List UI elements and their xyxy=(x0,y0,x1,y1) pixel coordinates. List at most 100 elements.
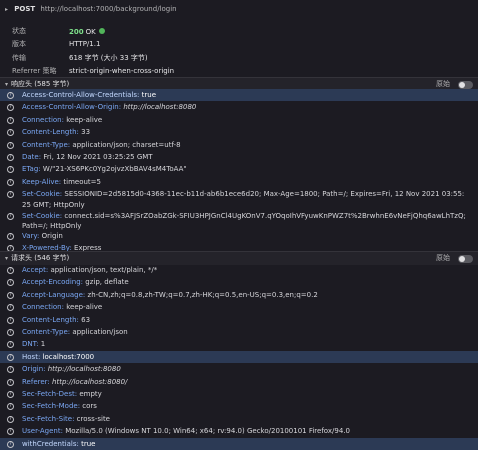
header-value: keep-alive xyxy=(66,115,103,124)
question-circle-icon[interactable]: ? xyxy=(7,116,14,124)
header-row[interactable]: ? Set-Cookie: SESSIONID=2d5815d0-4368-11e… xyxy=(0,188,478,210)
header-row[interactable]: ? Sec-Fetch-Dest: empty xyxy=(0,388,478,400)
request-headers-section-header[interactable]: ▾ 请求头 (546 字节) 原始 xyxy=(0,251,478,265)
header-value: zh-CN,zh;q=0.8,zh-TW;q=0.7,zh-HK;q=0.5,e… xyxy=(87,290,318,299)
header-content: Accept: application/json, text/plain, */… xyxy=(22,265,167,275)
question-circle-icon[interactable]: ? xyxy=(7,304,14,312)
summary-label: 版本 xyxy=(12,40,26,49)
header-row[interactable]: ? Connection: keep-alive xyxy=(0,301,478,313)
header-value: cross-site xyxy=(76,414,110,423)
raw-label: 原始 xyxy=(436,80,450,88)
header-content: Host: localhost:7000 xyxy=(22,352,104,362)
header-row[interactable]: ? Content-Length: 63 xyxy=(0,314,478,326)
header-row[interactable]: ? withCredentials: true xyxy=(0,437,478,450)
header-content: Content-Type: application/json; charset=… xyxy=(22,140,191,150)
header-row[interactable]: ? ETag: W/"21-XS6PKc0Yg2ojvzXbBAV4sM4ToAA… xyxy=(0,163,478,175)
header-row[interactable]: ? User-Agent: Mozilla/5.0 (Windows NT 10.… xyxy=(0,425,478,437)
header-value: Mozilla/5.0 (Windows NT 10.0; Win64; x64… xyxy=(65,427,350,436)
header-name: Sec-Fetch-Mode: xyxy=(22,402,81,411)
header-value: 1 xyxy=(40,340,46,349)
question-circle-icon[interactable]: ? xyxy=(7,353,14,361)
header-row[interactable]: ? Vary: Origin xyxy=(0,230,478,242)
collapse-triangle-icon[interactable]: ▾ xyxy=(5,81,8,88)
question-circle-icon[interactable]: ? xyxy=(7,154,14,161)
header-name: Content-Length: xyxy=(22,315,79,324)
header-row[interactable]: ? Date: Fri, 12 Nov 2021 03:25:25 GMT xyxy=(0,151,478,163)
summary-row-transfer: 传输 618 字节 (大小 33 字节) xyxy=(12,52,174,65)
raw-toggle-switch-icon[interactable] xyxy=(458,80,473,89)
question-circle-icon[interactable]: ? xyxy=(7,129,14,137)
question-circle-icon[interactable]: ? xyxy=(7,233,14,240)
question-circle-icon[interactable]: ? xyxy=(7,213,14,220)
question-circle-icon[interactable]: ? xyxy=(7,279,14,287)
header-name: Content-Type: xyxy=(22,140,71,149)
header-row[interactable]: ? Content-Length: 33 xyxy=(0,126,478,138)
question-circle-icon[interactable]: ? xyxy=(7,366,14,374)
header-row[interactable]: ? Access-Control-Allow-Origin: http://loc… xyxy=(0,101,478,113)
header-row[interactable]: ? X-Powered-By: Express xyxy=(0,242,478,252)
header-value: gzip, deflate xyxy=(85,278,129,287)
question-circle-icon[interactable]: ? xyxy=(7,191,14,199)
header-row[interactable]: ? Accept-Encoding: gzip, deflate xyxy=(0,276,478,288)
header-name: Referer: xyxy=(22,377,50,386)
header-row[interactable]: ? Host: localhost:7000 xyxy=(0,350,478,364)
status-ok-dot-icon xyxy=(98,27,105,34)
header-row[interactable]: ? Accept-Language: zh-CN,zh;q=0.8,zh-TW;q… xyxy=(0,289,478,301)
question-circle-icon[interactable]: ? xyxy=(7,104,14,112)
header-value: 63 xyxy=(81,315,91,324)
question-circle-icon[interactable]: ? xyxy=(7,403,14,411)
header-value: Fri, 12 Nov 2021 03:25:25 GMT xyxy=(43,153,153,161)
question-circle-icon[interactable]: ? xyxy=(7,329,14,336)
collapse-triangle-icon[interactable]: ▾ xyxy=(5,255,8,262)
header-value: W/"21-XS6PKc0Yg2ojvzXbBAV4sM4ToAA" xyxy=(42,165,187,174)
header-name: Connection: xyxy=(22,115,64,124)
status-value: 200 OK xyxy=(69,27,105,36)
header-row[interactable]: ? Set-Cookie: connect.sid=s%3AFJSrZOabZGk… xyxy=(0,210,478,230)
question-circle-icon[interactable]: ? xyxy=(7,428,14,436)
question-circle-icon[interactable]: ? xyxy=(7,378,14,386)
question-circle-icon[interactable]: ? xyxy=(7,415,14,423)
header-row[interactable]: ? Sec-Fetch-Mode: cors xyxy=(0,400,478,412)
header-row[interactable]: ? Access-Control-Allow-Credentials: true xyxy=(0,89,478,102)
question-circle-icon[interactable]: ? xyxy=(7,178,14,186)
header-content: Connection: keep-alive xyxy=(22,302,112,312)
header-name: Host: xyxy=(22,352,41,361)
question-circle-icon[interactable]: ? xyxy=(7,141,14,149)
summary-label: Referrer 策略 xyxy=(12,67,57,76)
header-row[interactable]: ? Content-Type: application/json; charset… xyxy=(0,139,478,151)
question-circle-icon[interactable]: ? xyxy=(7,341,14,349)
raw-toggle-switch-icon[interactable] xyxy=(458,254,473,263)
header-value: true xyxy=(141,91,157,99)
header-row[interactable]: ? Origin: http://localhost:8080 xyxy=(0,363,478,375)
question-circle-icon[interactable]: ? xyxy=(7,391,14,398)
header-content: Content-Type: application/json xyxy=(22,327,138,337)
question-circle-icon[interactable]: ? xyxy=(7,166,14,174)
question-circle-icon[interactable]: ? xyxy=(7,92,14,99)
header-value: SESSIONID=2d5815d0-4368-11ec-b11d-ab6b1e… xyxy=(22,190,465,209)
header-row[interactable]: ? Sec-Fetch-Site: cross-site xyxy=(0,413,478,425)
header-name: Access-Control-Allow-Credentials: xyxy=(22,91,140,99)
request-url: http://localhost:7000/background/login xyxy=(40,5,177,13)
header-name: DNT: xyxy=(22,340,39,349)
toggle-knob xyxy=(459,81,465,88)
summary-value: 618 字节 (大小 33 字节) xyxy=(69,53,148,62)
header-row[interactable]: ? Connection: keep-alive xyxy=(0,114,478,126)
header-row[interactable]: ? Accept: application/json, text/plain, *… xyxy=(0,264,478,276)
question-circle-icon[interactable]: ? xyxy=(7,316,14,324)
header-content: User-Agent: Mozilla/5.0 (Windows NT 10.0… xyxy=(22,426,360,436)
question-circle-icon[interactable]: ? xyxy=(7,291,14,299)
header-row[interactable]: ? Content-Type: application/json xyxy=(0,326,478,338)
header-name: withCredentials: xyxy=(22,439,79,448)
question-circle-icon[interactable]: ? xyxy=(7,440,14,448)
question-circle-icon[interactable]: ? xyxy=(7,267,14,274)
header-name: Accept-Language: xyxy=(22,290,86,299)
header-name: Sec-Fetch-Dest: xyxy=(22,390,78,398)
header-value: http://localhost:8080 xyxy=(47,365,121,374)
expand-triangle-icon[interactable]: ▸ xyxy=(5,6,8,13)
header-row[interactable]: ? DNT: 1 xyxy=(0,338,478,350)
header-row[interactable]: ? Keep-Alive: timeout=5 xyxy=(0,176,478,188)
section-title: 响应头 (585 字节) xyxy=(11,80,70,88)
header-row[interactable]: ? Referer: http://localhost:8080/ xyxy=(0,376,478,388)
request-line[interactable]: ▸ POST http://localhost:7000/background/… xyxy=(0,0,478,20)
header-value: http://localhost:8080 xyxy=(123,103,197,112)
